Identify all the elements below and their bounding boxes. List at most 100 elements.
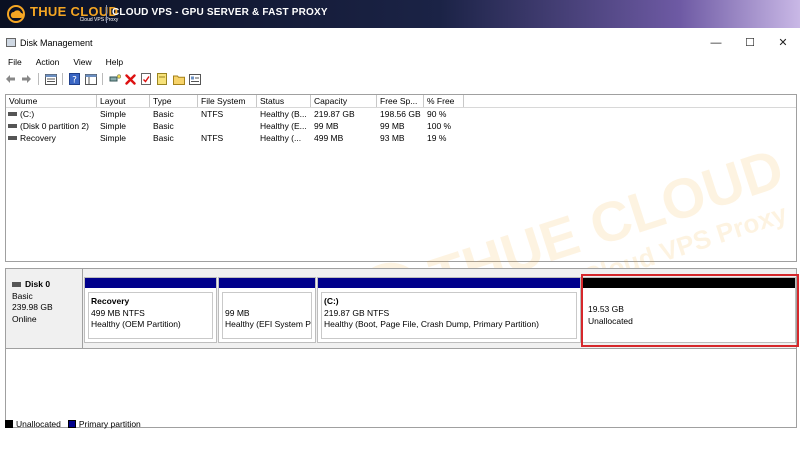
minimize-button[interactable]: — (699, 33, 733, 53)
column-header-type[interactable]: Type (150, 95, 198, 107)
volume-free-space: 93 MB (380, 133, 405, 143)
volume-list-icon[interactable] (188, 73, 201, 86)
volume-list: Volume Layout Type File System Status Ca… (5, 94, 797, 262)
volume-status: Healthy (E... (260, 121, 307, 131)
forward-icon[interactable] (20, 73, 33, 86)
menu-action[interactable]: Action (28, 55, 66, 69)
volume-capacity: 99 MB (314, 121, 339, 131)
volume-type: Basic (153, 133, 174, 143)
rescan-icon[interactable] (108, 73, 121, 86)
column-header-free-space[interactable]: Free Sp... (377, 95, 424, 107)
volume-status: Healthy (B... (260, 109, 307, 119)
brand-subtitle: Cloud VPS Proxy (79, 17, 119, 23)
primary-partition-bar (219, 278, 315, 288)
table-row[interactable]: (C:) Simple Basic NTFS Healthy (B... 219… (6, 108, 796, 120)
volume-list-header: Volume Layout Type File System Status Ca… (6, 95, 796, 108)
disk-graphical-view: Disk 0 Basic 239.98 GB Online Recovery 4… (5, 268, 799, 428)
disk-0-strip: Disk 0 Basic 239.98 GB Online Recovery 4… (6, 269, 799, 349)
help-icon[interactable]: ? (68, 73, 81, 86)
disk-management-app-icon (6, 38, 16, 47)
window-title: Disk Management (20, 38, 93, 48)
volume-percent-free: 19 % (427, 133, 447, 143)
volume-percent-free: 100 % (427, 121, 452, 131)
disk-name: Disk 0 (25, 279, 51, 289)
table-row[interactable]: Recovery Simple Basic NTFS Healthy (... … (6, 132, 796, 144)
cloud-logo-icon (7, 5, 25, 23)
maximize-button[interactable]: ☐ (733, 33, 767, 53)
partition-c[interactable]: (C:) 219.87 GB NTFS Healthy (Boot, Page … (317, 277, 581, 343)
disk-type: Basic (12, 290, 33, 301)
partition-recovery[interactable]: Recovery 499 MB NTFS Healthy (OEM Partit… (84, 277, 217, 343)
volume-capacity: 499 MB (314, 133, 344, 143)
toolbar-divider (38, 73, 39, 85)
back-icon[interactable] (4, 73, 17, 86)
volume-file-system (198, 120, 257, 132)
svg-text:?: ? (72, 76, 77, 86)
legend-primary-partition: Primary partition (78, 419, 141, 429)
volume-name: (C:) (20, 109, 35, 119)
disk-status: Online (12, 313, 37, 324)
menu-bar: File Action View Help (0, 55, 129, 69)
primary-partition-swatch (67, 420, 76, 428)
properties-icon[interactable] (44, 73, 57, 86)
delete-icon[interactable] (124, 73, 137, 86)
table-row[interactable]: (Disk 0 partition 2) Simple Basic Health… (6, 120, 796, 132)
partition-efi[interactable]: 99 MB Healthy (EFI System Par (218, 277, 316, 343)
column-header-layout[interactable]: Layout (97, 95, 150, 107)
drive-icon (8, 124, 17, 128)
volume-type: Basic (153, 121, 174, 131)
folder-icon[interactable] (172, 73, 185, 86)
legend-unallocated: Unallocated (16, 419, 61, 429)
brand-banner: THUE CLOUD Cloud VPS Proxy CLOUD VPS - G… (0, 0, 800, 28)
banner-tagline: CLOUD VPS - GPU SERVER & FAST PROXY (112, 7, 328, 18)
volume-layout: Simple (100, 109, 126, 119)
partition-status: Healthy (EFI System Par (225, 319, 312, 329)
legend: Unallocated Primary partition (5, 418, 145, 430)
column-header-file-system[interactable]: File System (198, 95, 257, 107)
partition-name (225, 296, 309, 308)
brand-logo: THUE CLOUD Cloud VPS Proxy (6, 3, 118, 25)
volume-name: (Disk 0 partition 2) (20, 121, 89, 131)
disk-info-panel[interactable]: Disk 0 Basic 239.98 GB Online (6, 269, 83, 349)
partition-size: 499 MB NTFS (91, 307, 145, 318)
column-header-percent-free[interactable]: % Free (424, 95, 464, 107)
drive-icon (8, 136, 17, 140)
partition-status: Healthy (OEM Partition) (91, 319, 181, 329)
column-header-status[interactable]: Status (257, 95, 311, 107)
column-header-volume[interactable]: Volume (6, 95, 97, 107)
close-button[interactable]: ✕ (766, 33, 800, 53)
volume-name: Recovery (20, 133, 56, 143)
volume-status: Healthy (... (260, 133, 302, 143)
highlight-box (581, 274, 799, 347)
partition-status: Healthy (Boot, Page File, Crash Dump, Pr… (324, 319, 539, 329)
volume-capacity: 219.87 GB (314, 109, 355, 119)
toolbar: ? (4, 71, 201, 87)
partition-size: 99 MB (225, 307, 250, 318)
drive-icon (8, 112, 17, 116)
toolbar-divider (62, 73, 63, 85)
volume-file-system: NTFS (201, 133, 224, 143)
volume-percent-free: 90 % (427, 109, 447, 119)
menu-file[interactable]: File (0, 55, 28, 69)
volume-layout: Simple (100, 121, 126, 131)
partition-size: 219.87 GB NTFS (324, 307, 390, 318)
menu-view[interactable]: View (65, 55, 97, 69)
banner-divider (106, 5, 107, 23)
volume-layout: Simple (100, 133, 126, 143)
partition-name: Recovery (91, 296, 130, 306)
list-view-icon[interactable] (84, 73, 97, 86)
partition-name: (C:) (324, 296, 339, 306)
primary-partition-bar (318, 278, 580, 288)
primary-partition-bar (85, 278, 216, 288)
disk-size: 239.98 GB (12, 302, 53, 312)
window-titlebar: Disk Management — ☐ ✕ (0, 33, 800, 53)
volume-free-space: 99 MB (380, 121, 405, 131)
new-volume-icon[interactable] (156, 73, 169, 86)
toolbar-divider (102, 73, 103, 85)
check-icon[interactable] (140, 73, 153, 86)
volume-free-space: 198.56 GB (380, 109, 421, 119)
volume-file-system: NTFS (201, 109, 224, 119)
menu-help[interactable]: Help (98, 55, 129, 69)
column-header-capacity[interactable]: Capacity (311, 95, 377, 107)
volume-type: Basic (153, 109, 174, 119)
